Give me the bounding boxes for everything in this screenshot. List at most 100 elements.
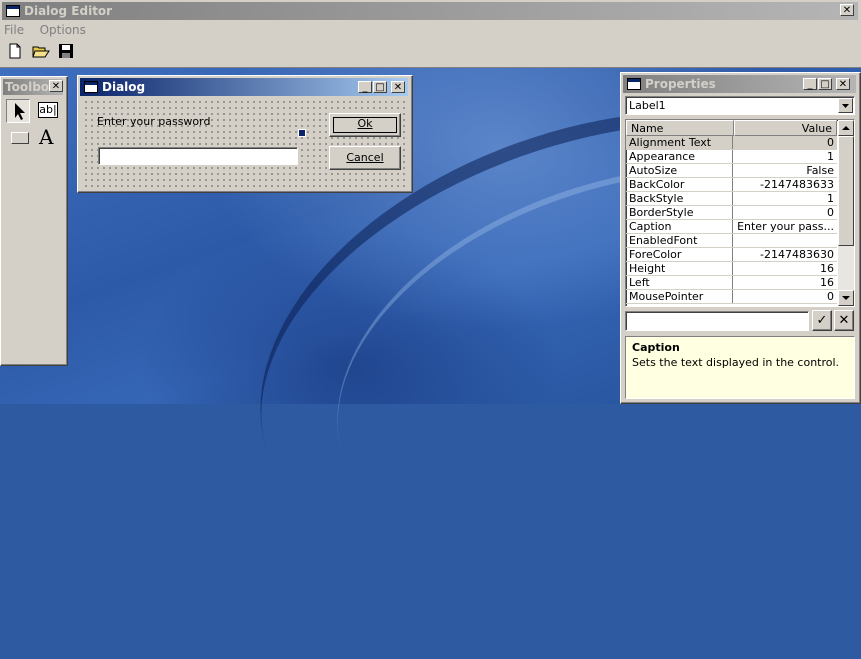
- property-name: Alignment Text: [626, 136, 733, 150]
- new-file-icon: [9, 43, 21, 59]
- dialog-maximize-button[interactable]: □: [373, 81, 387, 93]
- property-row[interactable]: Height 16: [626, 261, 837, 276]
- property-name: Left: [626, 275, 733, 290]
- property-grid-scrollbar[interactable]: [838, 120, 854, 306]
- cancel-button-label: Cancel: [346, 151, 384, 164]
- property-row[interactable]: Appearance 1: [626, 149, 837, 164]
- editor-close-button[interactable]: ✕: [840, 4, 854, 16]
- chevron-down-icon: [842, 296, 850, 300]
- dialog-titlebar[interactable]: Dialog _ □ ✕: [80, 78, 408, 96]
- property-value[interactable]: -2147483630: [732, 247, 837, 262]
- property-row[interactable]: BackStyle 1: [626, 191, 837, 206]
- property-row[interactable]: AutoSize False: [626, 163, 837, 178]
- column-header-value[interactable]: Value: [734, 120, 837, 136]
- button-tool[interactable]: [11, 132, 29, 144]
- property-row[interactable]: MousePointer 0: [626, 289, 837, 304]
- property-name: ForeColor: [626, 247, 733, 262]
- help-title: Caption: [632, 341, 680, 354]
- properties-close-button[interactable]: ✕: [836, 78, 850, 90]
- password-label[interactable]: Enter your password: [97, 115, 210, 128]
- window-icon: [6, 5, 20, 17]
- chevron-up-icon: [842, 126, 850, 130]
- menubar: File Options: [4, 23, 98, 39]
- help-text: Sets the text displayed in the control.: [632, 356, 840, 369]
- password-input[interactable]: [98, 147, 298, 165]
- property-row[interactable]: Caption Enter your pass...: [626, 219, 837, 234]
- property-name: BorderStyle: [626, 205, 733, 220]
- toolbar: [6, 42, 79, 62]
- design-grid[interactable]: Enter your password Ok Cancel: [82, 98, 408, 188]
- toolbox-window: Toolbo ✕ ab| A: [0, 76, 68, 366]
- property-row[interactable]: ForeColor -2147483630: [626, 247, 837, 262]
- save-disk-icon: [59, 44, 73, 58]
- toolbox-close-button[interactable]: ✕: [49, 80, 63, 92]
- help-panel: Caption Sets the text displayed in the c…: [625, 336, 855, 399]
- column-header-name[interactable]: Name: [626, 120, 734, 136]
- save-button[interactable]: [57, 42, 77, 62]
- property-name: AutoSize: [626, 163, 733, 178]
- menu-options[interactable]: Options: [40, 23, 86, 37]
- pointer-tool[interactable]: [6, 99, 30, 123]
- object-select-dropdown-button[interactable]: [838, 98, 853, 113]
- scroll-up-button[interactable]: [838, 120, 854, 136]
- pointer-icon: [15, 103, 25, 120]
- object-select-value: Label1: [629, 99, 666, 112]
- property-table: Alignment Text 0 Appearance 1 AutoSize False B…: [626, 136, 837, 304]
- property-name: BackColor: [626, 177, 733, 192]
- open-folder-icon: [31, 46, 50, 58]
- properties-window: Properties _ □ ✕ Label1 Name Value Align…: [620, 72, 861, 404]
- toolbox-titlebar[interactable]: Toolbo ✕: [3, 79, 63, 95]
- property-row[interactable]: Left 16: [626, 275, 837, 290]
- property-value[interactable]: 0: [732, 136, 837, 150]
- cancel-button[interactable]: Cancel: [329, 146, 401, 170]
- properties-titlebar[interactable]: Properties _ □ ✕: [623, 75, 856, 93]
- property-value[interactable]: False: [732, 163, 837, 178]
- dialog-close-button[interactable]: ✕: [391, 81, 405, 93]
- property-grid[interactable]: Name Value Alignment Text 0 Appearance 1 Aut…: [625, 119, 855, 307]
- editor-titlebar[interactable]: Dialog Editor ✕: [2, 2, 858, 20]
- ok-button[interactable]: Ok: [329, 113, 401, 137]
- properties-minimize-button[interactable]: _: [803, 78, 817, 90]
- editor-title: Dialog Editor: [24, 4, 113, 18]
- properties-window-icon: [627, 78, 641, 90]
- cancel-value-button[interactable]: ✕: [834, 310, 854, 331]
- property-value[interactable]: 0: [732, 289, 837, 304]
- label-tool[interactable]: A: [39, 125, 53, 149]
- properties-title: Properties: [645, 77, 716, 91]
- scroll-down-button[interactable]: [838, 290, 854, 306]
- object-select[interactable]: Label1: [625, 96, 855, 115]
- property-value[interactable]: Enter your pass...: [732, 219, 837, 234]
- property-row[interactable]: EnabledFont: [626, 233, 837, 248]
- chevron-down-icon: [842, 104, 849, 108]
- selection-handle[interactable]: [298, 129, 306, 137]
- property-value[interactable]: -2147483633: [732, 177, 837, 192]
- toolbox-title: Toolbo: [5, 80, 50, 94]
- ok-button-label: Ok: [357, 117, 373, 130]
- open-file-button[interactable]: [31, 42, 52, 62]
- property-name: Appearance: [626, 149, 733, 164]
- scroll-thumb[interactable]: [838, 136, 854, 246]
- property-row[interactable]: BackColor -2147483633: [626, 177, 837, 192]
- property-row[interactable]: BorderStyle 0: [626, 205, 837, 220]
- menu-file[interactable]: File: [4, 23, 24, 37]
- property-value[interactable]: 16: [732, 261, 837, 276]
- dialog-title: Dialog: [102, 80, 146, 94]
- properties-maximize-button[interactable]: □: [818, 78, 832, 90]
- property-value[interactable]: 0: [732, 205, 837, 220]
- property-name: EnabledFont: [626, 233, 733, 248]
- property-value[interactable]: 1: [732, 191, 837, 206]
- accept-value-button[interactable]: ✓: [812, 310, 832, 331]
- property-value-editor[interactable]: [625, 311, 809, 331]
- dialog-minimize-button[interactable]: _: [358, 81, 372, 93]
- property-value[interactable]: 16: [732, 275, 837, 290]
- property-value[interactable]: 1: [732, 149, 837, 164]
- property-name: Height: [626, 261, 733, 276]
- property-value[interactable]: [732, 233, 837, 248]
- dialog-editor-window: Dialog Editor ✕ File Options: [0, 0, 861, 68]
- new-file-button[interactable]: [6, 42, 26, 62]
- textbox-tool[interactable]: ab|: [38, 102, 58, 118]
- property-grid-body: Name Value Alignment Text 0 Appearance 1 Aut…: [626, 120, 837, 306]
- property-grid-header: Name Value: [626, 120, 837, 136]
- dialog-window: Dialog _ □ ✕ Enter your password Ok Canc…: [77, 75, 413, 193]
- property-row[interactable]: Alignment Text 0: [626, 136, 837, 150]
